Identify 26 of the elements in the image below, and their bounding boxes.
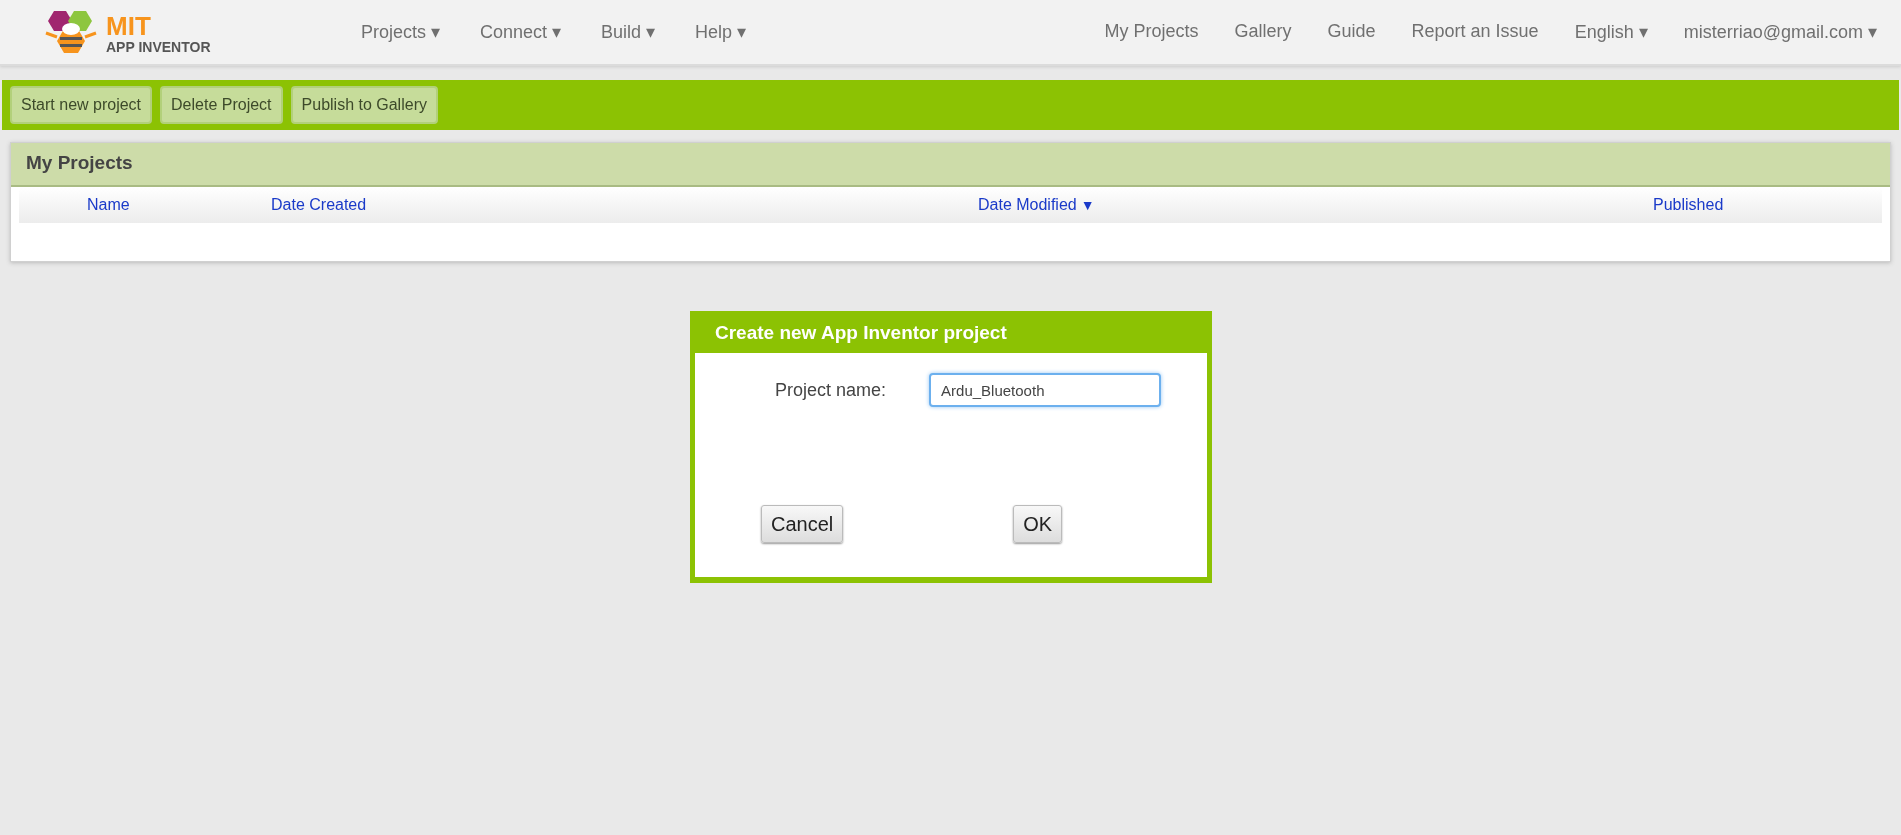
column-header[interactable]: Name <box>87 196 130 214</box>
logo-title: MIT <box>106 13 152 39</box>
nav-link[interactable]: misterriao@gmail.com ▾ <box>1683 21 1877 43</box>
nav-link[interactable]: Report an Issue <box>1411 21 1539 43</box>
column-header[interactable]: Date Modified <box>978 196 1077 214</box>
column-header[interactable]: Published <box>1653 196 1724 214</box>
column-header[interactable]: Date Created <box>271 196 367 214</box>
toolbar-button[interactable]: Start new project <box>10 86 153 124</box>
nav-link[interactable]: Guide <box>1327 21 1376 43</box>
toolbar-button[interactable]: Publish to Gallery <box>290 86 438 124</box>
logo-subtitle: APP INVENTOR <box>106 39 211 55</box>
nav-menu[interactable]: Help ▾ <box>695 21 747 43</box>
nav-menu[interactable]: Projects ▾ <box>361 21 441 43</box>
nav-link[interactable]: My Projects <box>1104 21 1199 43</box>
dialog-title: Create new App Inventor project <box>714 321 1008 345</box>
dialog-button[interactable]: OK <box>1013 505 1063 543</box>
toolbar-button[interactable]: Delete Project <box>160 86 283 124</box>
nav-link[interactable]: Gallery <box>1234 21 1292 43</box>
dialog-button[interactable]: Cancel <box>761 505 844 543</box>
nav-menu[interactable]: Connect ▾ <box>480 21 562 43</box>
nav-link[interactable]: English ▾ <box>1574 21 1648 43</box>
panel-title: My Projects <box>11 143 1890 187</box>
field-label: Project name: <box>775 379 887 401</box>
project-name-field[interactable]: Ardu_Bluetooth <box>929 373 1162 407</box>
sort-indicator: ▼ <box>1080 197 1095 213</box>
nav-menu[interactable]: Build ▾ <box>601 21 656 43</box>
